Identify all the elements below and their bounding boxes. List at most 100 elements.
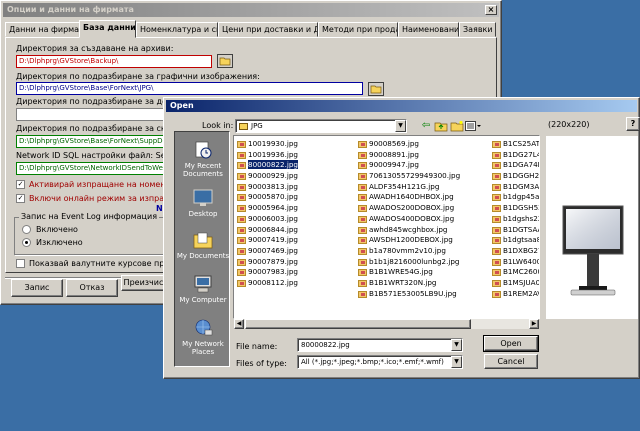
file-item[interactable]: ALDF354H121G.jpg: [357, 182, 489, 193]
tab-nomenclature[interactable]: Номенклатура и склад: [136, 22, 218, 37]
file-item[interactable]: 90000929.jpg: [236, 171, 354, 182]
chevron-down-icon[interactable]: ▼: [395, 120, 406, 132]
file-item[interactable]: B1DGSH5223E: [491, 203, 539, 214]
file-item[interactable]: B1CS25ATAPC: [491, 139, 539, 150]
file-item[interactable]: B1B1WRE54G.jpg: [357, 267, 489, 278]
network-settings-field[interactable]: D:\Dlphprg\GVStore\NetworkIDSendToWeb: [16, 162, 166, 175]
file-item[interactable]: 90003813.jpg: [236, 182, 354, 193]
tab-sales-methods[interactable]: Методи при продажби: [318, 22, 398, 37]
file-item[interactable]: b1b1j8216000lunbg2.jpg: [357, 257, 489, 268]
file-item[interactable]: 10019936.jpg: [236, 150, 354, 161]
event-log-off-radio[interactable]: [22, 238, 31, 247]
file-item[interactable]: AWADOS200DOBOX.jpg: [357, 203, 489, 214]
file-item[interactable]: AWADH1640DHBOX.jpg: [357, 192, 489, 203]
file-item[interactable]: 90007419.jpg: [236, 235, 354, 246]
file-item[interactable]: 90006844.jpg: [236, 225, 354, 236]
file-type-select[interactable]: All (*.jpg;*.jpeg;*.bmp;*.ico;*.emf;*.wm…: [297, 355, 463, 369]
tab-orders[interactable]: Заявки: [459, 22, 496, 37]
file-item[interactable]: 90007983.jpg: [236, 267, 354, 278]
cancel-button[interactable]: Отказ: [66, 279, 118, 297]
scroll-right-arrow-icon[interactable]: ▶: [529, 319, 539, 329]
place-my-computer[interactable]: My Computer: [175, 274, 231, 304]
file-item[interactable]: B1LW6400HG: [491, 257, 539, 268]
file-item[interactable]: 80000822.jpg: [236, 159, 354, 171]
browse-archive-button[interactable]: [217, 54, 233, 68]
jpg-file-icon: [237, 162, 246, 170]
browse-images-button[interactable]: [368, 82, 384, 96]
documents-dir-field[interactable]: [16, 108, 166, 121]
file-item[interactable]: 7061305572994930​0.jpg: [357, 171, 489, 182]
file-item[interactable]: AWADOS400DOBOX.jpg: [357, 214, 489, 225]
scanner-dir-field[interactable]: D:\Dlphprg\GVStore\Base\ForNext\SuppDo: [16, 135, 166, 148]
file-item[interactable]: b1dgp45a.jpg: [491, 192, 539, 203]
file-item[interactable]: 90008569.jpg: [357, 139, 489, 150]
file-item[interactable]: 90006003.jpg: [236, 214, 354, 225]
tab-names[interactable]: Наименования: [398, 22, 459, 37]
file-item[interactable]: B1DXBG2718: [491, 246, 539, 257]
place-my-documents[interactable]: My Documents: [175, 230, 231, 260]
folder-icon: [239, 122, 248, 130]
save-button[interactable]: Запис: [11, 279, 63, 297]
tab-prices-vat[interactable]: Цени при доставки и ДДС: [218, 22, 318, 37]
up-folder-icon[interactable]: [434, 120, 448, 132]
dialog-cancel-button[interactable]: Cancel: [484, 354, 538, 369]
place-network-places[interactable]: My Network Places: [175, 318, 231, 356]
file-item-label: B1B1WRE54G.jpg: [369, 267, 433, 277]
close-button[interactable]: ×: [485, 5, 497, 15]
look-in-select[interactable]: JPG ▼: [235, 119, 407, 133]
jpg-file-icon: [237, 215, 246, 223]
open-dialog-titlebar[interactable]: Open: [166, 100, 637, 112]
file-item[interactable]: 90007879.jpg: [236, 257, 354, 268]
chevron-down-icon[interactable]: ▼: [451, 339, 462, 351]
file-item[interactable]: b1dgshs223cl: [491, 214, 539, 225]
file-item[interactable]: B1DGM3A78E: [491, 182, 539, 193]
file-item[interactable]: b1dgtsaa841: [491, 235, 539, 246]
archive-dir-field[interactable]: D:\Dlphprg\GVStore\Backup\: [16, 55, 212, 68]
place-recent-documents[interactable]: My Recent Documents: [175, 140, 231, 178]
file-item[interactable]: 90005964.jpg: [236, 203, 354, 214]
back-arrow-icon[interactable]: ⇦: [419, 120, 433, 132]
jpg-file-icon: [358, 269, 367, 277]
file-item[interactable]: B1DG27L4226: [491, 150, 539, 161]
options-window-titlebar[interactable]: Опции и данни на фирмата: [3, 3, 499, 17]
file-item[interactable]: B1DGA74MXK: [491, 160, 539, 171]
file-item[interactable]: 90008891.jpg: [357, 150, 489, 161]
file-list[interactable]: 10019930.jpg 10019936.jpg 80000822.jpg 9000…: [233, 135, 540, 319]
file-item[interactable]: b1a780vmm2v10.jpg: [357, 246, 489, 257]
new-folder-icon[interactable]: [450, 120, 464, 132]
online-mode-checkbox[interactable]: ✓: [16, 194, 25, 203]
chevron-down-icon[interactable]: ▼: [451, 356, 462, 368]
jpg-file-icon: [237, 173, 246, 181]
file-item[interactable]: B1B571E53005LB9U.jpg: [357, 289, 489, 300]
show-currency-checkbox[interactable]: [16, 259, 25, 268]
file-item[interactable]: 10019930.jpg: [236, 139, 354, 150]
file-item[interactable]: awhd845wcghbox.jpg: [357, 225, 489, 236]
scrollbar-thumb[interactable]: [245, 319, 471, 329]
places-bar: My Recent Documents Desktop My Documents…: [174, 131, 230, 367]
file-item[interactable]: B1DGGH22NF: [491, 171, 539, 182]
file-item[interactable]: B1MSJUA000: [491, 278, 539, 289]
help-button[interactable]: ?: [626, 117, 640, 131]
file-item[interactable]: B1DGTSAA42: [491, 225, 539, 236]
file-item[interactable]: B1REM2AVMF: [491, 289, 539, 300]
file-item[interactable]: 90008112.jpg: [236, 278, 354, 289]
tab-database[interactable]: База данни: [79, 20, 136, 38]
file-item[interactable]: 90005870.jpg: [236, 192, 354, 203]
images-dir-field[interactable]: D:\Dlphprg\GVStore\Base\ForNext\JPG\: [16, 82, 363, 95]
file-item[interactable]: AWSDH1200DEBOX.jpg: [357, 235, 489, 246]
file-item[interactable]: B1B1WRT320N.jpg: [357, 278, 489, 289]
tab-company-data[interactable]: Данни на фирмата: [5, 22, 80, 37]
event-log-on-radio[interactable]: [22, 225, 31, 234]
file-item[interactable]: B1MC2600.jp: [491, 267, 539, 278]
place-desktop[interactable]: Desktop: [175, 188, 231, 218]
file-item-label: 90006844.jpg: [248, 224, 298, 234]
file-list-scrollbar[interactable]: ◀ ▶: [234, 319, 539, 329]
file-item[interactable]: 90007469.jpg: [236, 246, 354, 257]
view-menu-icon[interactable]: [465, 120, 481, 132]
nomenclature-checkbox[interactable]: ✓: [16, 180, 25, 189]
scroll-left-arrow-icon[interactable]: ◀: [234, 319, 244, 329]
jpg-file-icon: [358, 258, 367, 266]
file-item[interactable]: 90009947.jpg: [357, 160, 489, 171]
open-button[interactable]: Open: [483, 335, 539, 352]
file-name-input[interactable]: 80000822.jpg ▼: [297, 338, 463, 352]
